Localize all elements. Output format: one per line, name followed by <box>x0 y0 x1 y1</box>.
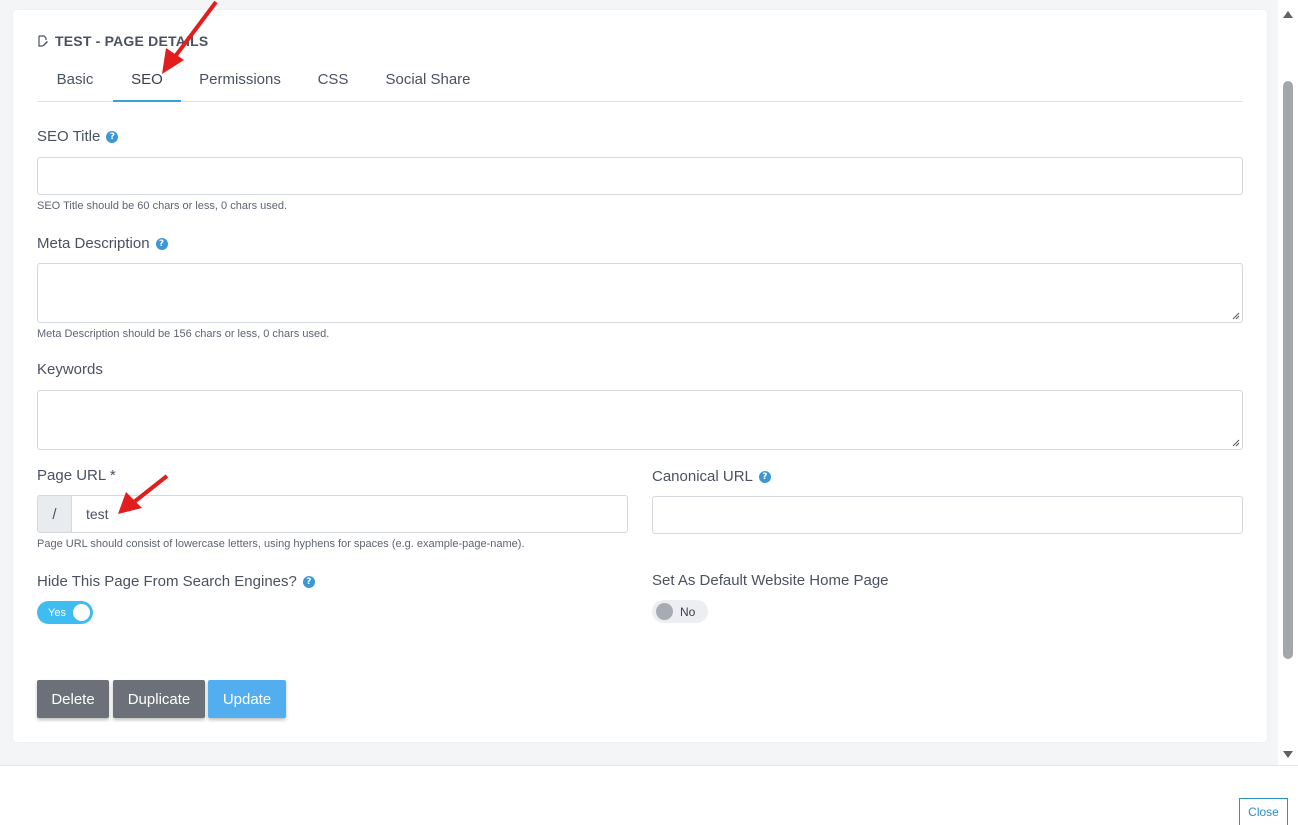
canonical-url-label: Canonical URL ? <box>652 468 771 485</box>
help-icon[interactable]: ? <box>155 237 168 250</box>
hide-search-label: Hide This Page From Search Engines? ? <box>37 573 315 590</box>
default-home-toggle[interactable]: No <box>652 600 708 623</box>
meta-description-textarea[interactable] <box>37 263 1243 323</box>
canonical-url-label-text: Canonical URL <box>652 468 753 485</box>
keywords-label: Keywords <box>37 361 103 378</box>
tab-bar: Basic SEO Permissions CSS Social Share <box>37 66 1243 102</box>
modal-footer: Close <box>0 765 1298 825</box>
canonical-url-input[interactable] <box>652 496 1243 534</box>
toggle-state-label: No <box>680 604 696 619</box>
default-home-label-text: Set As Default Website Home Page <box>652 572 889 589</box>
scrollbar[interactable] <box>1278 0 1298 765</box>
tab-permissions[interactable]: Permissions <box>181 66 299 102</box>
duplicate-button[interactable]: Duplicate <box>113 680 205 718</box>
seo-title-label-text: SEO Title <box>37 128 101 145</box>
hide-search-toggle[interactable]: Yes <box>37 601 93 624</box>
tab-seo[interactable]: SEO <box>113 66 181 102</box>
keywords-textarea[interactable] <box>37 390 1243 450</box>
top-strip <box>0 0 1278 6</box>
keywords-label-text: Keywords <box>37 361 103 378</box>
page-url-hint: Page URL should consist of lowercase let… <box>37 538 525 550</box>
seo-title-input[interactable] <box>37 157 1243 195</box>
toggle-state-label: Yes <box>48 606 66 619</box>
seo-title-hint: SEO Title should be 60 chars or less, 0 … <box>37 200 288 212</box>
resize-handle-icon[interactable] <box>1232 439 1240 447</box>
meta-description-hint: Meta Description should be 156 chars or … <box>37 328 330 340</box>
meta-description-label-text: Meta Description <box>37 235 150 252</box>
toggle-knob <box>73 604 90 621</box>
help-icon[interactable]: ? <box>302 575 315 588</box>
page-title-text: TEST - PAGE DETAILS <box>55 33 209 49</box>
resize-handle-icon[interactable] <box>1232 312 1240 320</box>
page-url-input[interactable] <box>71 495 628 533</box>
hide-search-label-text: Hide This Page From Search Engines? <box>37 573 297 590</box>
delete-button[interactable]: Delete <box>37 680 109 718</box>
tab-basic[interactable]: Basic <box>37 66 113 102</box>
help-icon[interactable]: ? <box>106 130 119 143</box>
scroll-thumb[interactable] <box>1283 81 1293 659</box>
page-url-prefix: / <box>37 495 71 533</box>
seo-title-label: SEO Title ? <box>37 128 119 145</box>
edit-page-icon <box>38 35 48 47</box>
scroll-down-icon[interactable] <box>1283 751 1293 758</box>
tab-css[interactable]: CSS <box>299 66 367 102</box>
page-url-label: Page URL * <box>37 467 116 484</box>
close-button[interactable]: Close <box>1239 798 1288 825</box>
toggle-knob <box>656 603 673 620</box>
default-home-label: Set As Default Website Home Page <box>652 572 889 589</box>
help-icon[interactable]: ? <box>758 470 771 483</box>
tab-social-share[interactable]: Social Share <box>367 66 489 102</box>
page-url-label-text: Page URL * <box>37 467 116 484</box>
meta-description-label: Meta Description ? <box>37 235 168 252</box>
update-button[interactable]: Update <box>208 680 286 718</box>
page-title: TEST - PAGE DETAILS <box>37 33 208 49</box>
page-details-card: TEST - PAGE DETAILS Basic SEO Permission… <box>13 10 1267 742</box>
scroll-up-icon[interactable] <box>1283 11 1293 18</box>
